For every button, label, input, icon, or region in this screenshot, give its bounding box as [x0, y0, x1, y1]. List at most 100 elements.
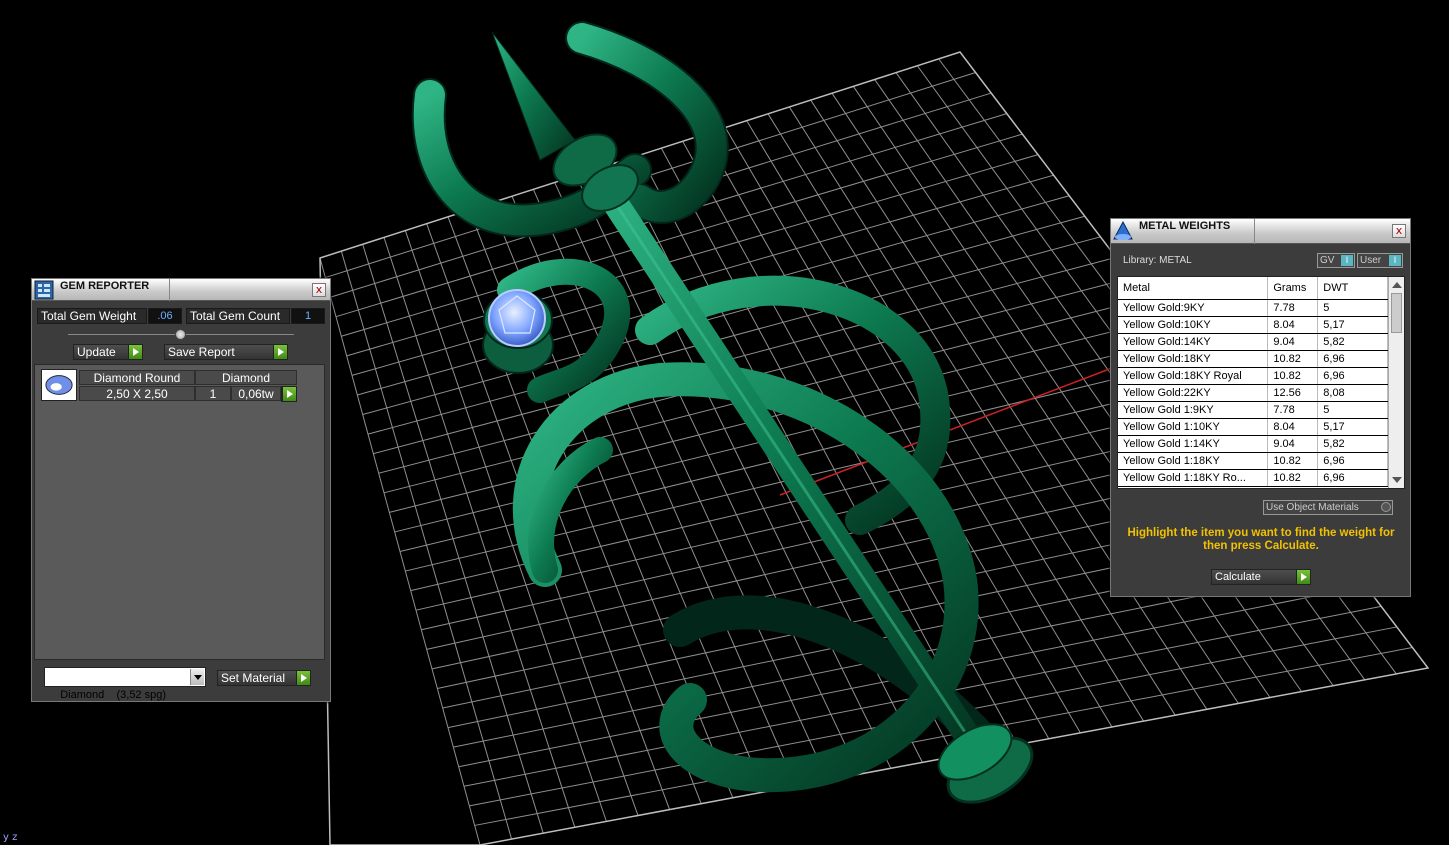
metal-cell: Yellow Gold 1:18KY	[1118, 452, 1269, 470]
play-icon	[1296, 570, 1310, 584]
gv-toggle[interactable]: GV I	[1317, 253, 1355, 268]
table-scrollbar[interactable]	[1388, 277, 1404, 488]
metal-weights-title: METAL WEIGHTS	[1139, 219, 1256, 244]
table-row[interactable]: Yellow Gold:18KY 10.82 6,96	[1118, 350, 1388, 368]
gem-qty: 1	[195, 386, 231, 401]
dwt-cell: 5,17	[1317, 316, 1388, 334]
metal-cell: Yellow Gold:18KY	[1118, 350, 1269, 368]
col-metal[interactable]: Metal	[1118, 277, 1269, 300]
dwt-cell: 6,96	[1317, 469, 1388, 487]
radio-icon	[1381, 502, 1391, 512]
gem-weight: 0,06tw	[231, 386, 281, 401]
save-report-button-label: Save Report	[168, 345, 235, 359]
set-material-button-label: Set Material	[221, 671, 286, 685]
grams-cell: 10.82	[1267, 469, 1319, 487]
metal-cell: Yellow Gold:10KY	[1118, 316, 1269, 334]
table-row[interactable]: Yellow Gold 1:18KY Ro... 10.82 6,96	[1118, 469, 1388, 487]
material-select[interactable]: Diamond (3,52 spg)	[44, 667, 206, 701]
gem-go-button[interactable]	[281, 386, 297, 402]
close-icon[interactable]: x	[312, 283, 326, 297]
metal-weights-icon	[1113, 221, 1133, 240]
gem-list[interactable]: Diamond Round Diamond 2,50 X 2,50 1 0,06…	[34, 364, 325, 660]
update-button-label: Update	[77, 345, 116, 359]
chevron-down-icon[interactable]	[190, 669, 204, 685]
gem-reporter-panel: GEM REPORTER x Total Gem Weight .06 Tota…	[31, 278, 331, 702]
grams-cell: 12.56	[1267, 384, 1319, 402]
dwt-cell: 6,96	[1317, 452, 1388, 470]
calculate-button[interactable]: Calculate	[1211, 569, 1311, 585]
grams-cell: 8.04	[1267, 316, 1319, 334]
use-object-materials-label: Use Object Materials	[1266, 502, 1359, 513]
col-dwt[interactable]: DWT	[1317, 277, 1388, 300]
dwt-cell: 5	[1317, 299, 1388, 317]
table-row[interactable]: Yellow Gold 1:9KY 7.78 5	[1118, 401, 1388, 419]
metal-table[interactable]: Metal Grams DWT Yellow Gold:9KY 7.78 5 Yell…	[1117, 276, 1405, 489]
close-icon[interactable]: x	[1392, 224, 1406, 238]
grams-cell: 10.82	[1267, 350, 1319, 368]
grams-cell: 10.82	[1267, 367, 1319, 385]
scroll-down-icon[interactable]	[1392, 477, 1402, 483]
gv-toggle-label: GV	[1320, 255, 1335, 266]
instruction-text: Highlight the item you want to find the …	[1127, 527, 1395, 552]
gem-reporter-title: GEM REPORTER	[60, 279, 171, 301]
dwt-cell: 6,96	[1317, 367, 1388, 385]
list-item[interactable]: Diamond Round Diamond 2,50 X 2,50 1 0,06…	[41, 369, 301, 403]
scroll-thumb[interactable]	[1391, 293, 1402, 333]
update-button[interactable]: Update	[73, 344, 143, 360]
metal-cell: Yellow Gold:22KY	[1118, 384, 1269, 402]
metal-cell: Yellow Gold 1:18KY Ro...	[1118, 469, 1269, 487]
diamond-thumbnail-icon	[41, 369, 77, 401]
metal-weights-titlebar[interactable]: METAL WEIGHTS x	[1111, 219, 1410, 244]
material-select-value: Diamond (3,52 spg)	[60, 689, 167, 701]
diamond-gem[interactable]	[488, 289, 546, 347]
library-label: Library: METAL	[1123, 255, 1192, 266]
col-grams[interactable]: Grams	[1267, 277, 1319, 300]
play-icon	[282, 387, 296, 401]
metal-weights-panel: METAL WEIGHTS x Library: METAL GV I User…	[1110, 218, 1411, 597]
scroll-up-icon[interactable]	[1392, 282, 1402, 288]
user-toggle-indicator: I	[1389, 255, 1401, 266]
table-row[interactable]: Yellow Gold 1:10KY 8.04 5,17	[1118, 418, 1388, 436]
gem-shape: Diamond Round	[79, 370, 195, 385]
play-icon	[128, 345, 142, 359]
table-row[interactable]: Yellow Gold 1:18KY 10.82 6,96	[1118, 452, 1388, 470]
gem-size: 2,50 X 2,50	[79, 386, 195, 401]
table-row[interactable]: Yellow Gold:10KY 8.04 5,17	[1118, 316, 1388, 334]
grams-cell: 7.78	[1267, 401, 1319, 419]
table-row[interactable]: Yellow Gold:9KY 7.78 5	[1118, 299, 1388, 317]
metal-cell: Yellow Gold 1:9KY	[1118, 401, 1269, 419]
size-slider-knob[interactable]	[175, 329, 186, 340]
use-object-materials-button[interactable]: Use Object Materials	[1263, 500, 1393, 515]
table-row[interactable]: Yellow Gold:18KY Royal 10.82 6,96	[1118, 367, 1388, 385]
total-gem-weight-label: Total Gem Weight	[37, 308, 147, 324]
play-icon	[273, 345, 287, 359]
metal-cell: Yellow Gold 1:14KY	[1118, 435, 1269, 453]
dwt-cell: 5,82	[1317, 435, 1388, 453]
gem-material: Diamond	[195, 370, 297, 385]
table-header: Metal Grams DWT	[1118, 277, 1388, 300]
metal-cell: Yellow Gold:14KY	[1118, 333, 1269, 351]
calculate-button-label: Calculate	[1215, 571, 1261, 583]
user-toggle[interactable]: User I	[1357, 253, 1403, 268]
play-icon	[296, 671, 310, 685]
axis-indicator: y z	[3, 832, 18, 843]
grams-cell: 9.04	[1267, 435, 1319, 453]
grams-cell: 8.04	[1267, 418, 1319, 436]
save-report-button[interactable]: Save Report	[164, 344, 288, 360]
total-gem-count-value: 1	[291, 308, 325, 324]
grams-cell: 9.04	[1267, 333, 1319, 351]
dwt-cell: 5,82	[1317, 333, 1388, 351]
user-toggle-label: User	[1360, 255, 1382, 266]
table-row[interactable]: Yellow Gold 1:14KY 9.04 5,82	[1118, 435, 1388, 453]
total-gem-weight-value: .06	[148, 308, 182, 324]
gem-reporter-titlebar[interactable]: GEM REPORTER x	[32, 279, 330, 301]
table-row[interactable]: Yellow Gold:14KY 9.04 5,82	[1118, 333, 1388, 351]
dwt-cell: 8,08	[1317, 384, 1388, 402]
dwt-cell: 6,96	[1317, 350, 1388, 368]
gv-toggle-indicator: I	[1341, 255, 1353, 266]
grams-cell: 10.82	[1267, 452, 1319, 470]
gem-reporter-icon	[34, 280, 54, 300]
dwt-cell: 5,17	[1317, 418, 1388, 436]
table-row[interactable]: Yellow Gold:22KY 12.56 8,08	[1118, 384, 1388, 402]
set-material-button[interactable]: Set Material	[217, 670, 311, 686]
